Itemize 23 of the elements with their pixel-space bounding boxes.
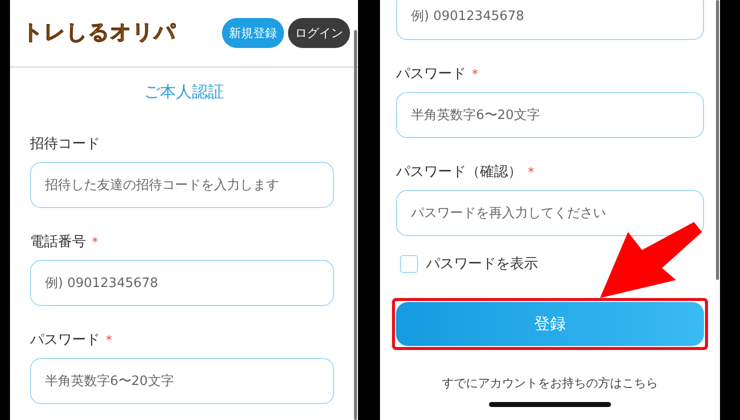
field-label: パスワード [30,331,100,350]
logo: トレしるオリパ [22,19,176,46]
scrollbar[interactable] [716,0,719,280]
input-field[interactable]: 半角英数字6〜20文字 [30,358,334,404]
field-label: 電話番号 [30,233,86,252]
field-label: パスワード（確認） [396,163,522,182]
required-asterisk: * [106,332,112,349]
scrollbar[interactable] [354,30,357,420]
input-field[interactable]: 例) 09012345678 [30,260,334,306]
input-field[interactable]: 例) 09012345678 [396,0,704,40]
page-title: ご本人認証 [143,81,225,103]
login-link[interactable]: すでにアカウントをお持ちの方はこちら [442,376,658,390]
required-asterisk: * [92,234,98,251]
input-field[interactable]: 半角英数字6〜20文字 [396,92,704,138]
input-field[interactable]: 招待した友達の招待コードを入力します [30,162,334,208]
field-label: 招待コード [30,135,100,154]
field-label: パスワード [396,65,466,84]
required-asterisk: * [528,164,534,181]
required-asterisk: * [472,66,478,83]
input-field[interactable]: パスワードを再入力してください [396,190,704,236]
checkbox-label: パスワードを表示 [426,255,538,274]
login-button[interactable]: ログイン [288,18,350,48]
checkbox[interactable] [400,255,418,273]
